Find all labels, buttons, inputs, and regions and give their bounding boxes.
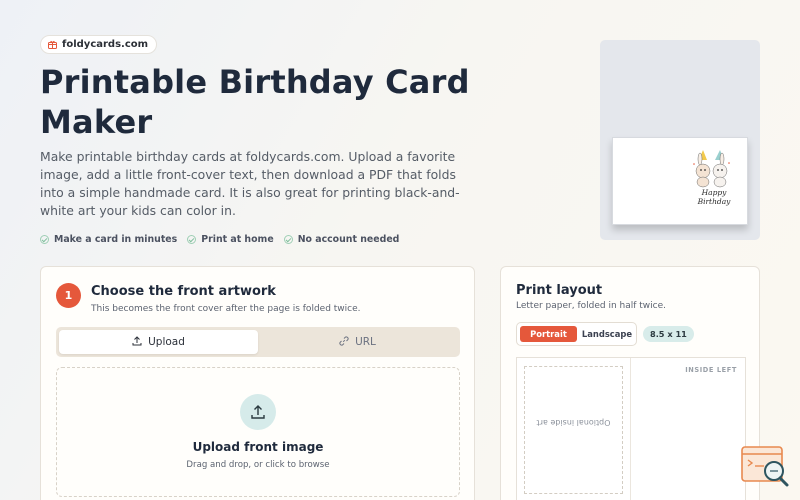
paper-size-badge: 8.5 x 11 bbox=[643, 326, 694, 342]
check-circle-icon bbox=[187, 235, 197, 244]
page-title: Printable Birthday Card Maker bbox=[40, 63, 470, 141]
fold-line bbox=[630, 358, 631, 500]
bunny-illustration: Happy Birthday bbox=[691, 150, 733, 214]
tab-url-label: URL bbox=[355, 336, 376, 348]
feature-item: Make a card in minutes bbox=[40, 234, 177, 245]
inside-art-slot[interactable]: Optional inside art bbox=[524, 366, 623, 494]
tab-upload-label: Upload bbox=[148, 336, 185, 348]
upload-icon bbox=[132, 335, 142, 349]
feature-label: Print at home bbox=[201, 234, 274, 245]
landscape-button[interactable]: Landscape bbox=[579, 326, 635, 342]
upload-tray-icon bbox=[240, 394, 276, 430]
portrait-button[interactable]: Portrait bbox=[520, 326, 577, 342]
search-code-icon[interactable] bbox=[740, 444, 792, 490]
feature-list: Make a card in minutes Print at home No … bbox=[40, 234, 399, 245]
print-layout-panel: Print layout Letter paper, folded in hal… bbox=[500, 266, 760, 500]
print-layout-subtitle: Letter paper, folded in half twice. bbox=[516, 301, 666, 311]
site-name: foldycards.com bbox=[62, 39, 149, 50]
dropzone-title: Upload front image bbox=[192, 440, 324, 454]
card-greeting-line1: Happy bbox=[701, 188, 727, 197]
feature-item: No account needed bbox=[283, 234, 400, 245]
dropzone-subtitle: Drag and drop, or click to browse bbox=[186, 460, 330, 470]
tab-upload[interactable]: Upload bbox=[59, 330, 258, 354]
step-title: Choose the front artwork bbox=[91, 284, 276, 299]
upload-dropzone[interactable]: Upload front image Drag and drop, or cli… bbox=[56, 367, 460, 497]
link-icon bbox=[339, 335, 349, 349]
inside-art-label: Optional inside art bbox=[536, 418, 611, 427]
hero-description: Make printable birthday cards at foldyca… bbox=[40, 149, 460, 218]
preview-card-front: Happy Birthday bbox=[612, 137, 748, 225]
orientation-toggle: Portrait Landscape bbox=[516, 322, 637, 346]
check-circle-icon bbox=[40, 235, 49, 244]
feature-label: No account needed bbox=[297, 234, 400, 245]
source-tabs: Upload URL bbox=[56, 327, 460, 357]
check-circle-icon bbox=[283, 235, 293, 244]
card-greeting-line2: Birthday bbox=[697, 197, 731, 206]
inside-left-label: INSIDE LEFT bbox=[685, 366, 737, 374]
site-badge[interactable]: foldycards.com bbox=[40, 35, 158, 54]
card-greeting: Happy Birthday bbox=[693, 188, 735, 206]
step-subtitle: This becomes the front cover after the p… bbox=[91, 304, 361, 314]
card-preview: Happy Birthday bbox=[600, 40, 760, 240]
feature-label: Make a card in minutes bbox=[54, 234, 178, 245]
feature-item: Print at home bbox=[187, 234, 274, 245]
fold-layout-diagram: Optional inside art INSIDE LEFT bbox=[516, 357, 746, 500]
gift-icon bbox=[48, 40, 57, 49]
tab-url[interactable]: URL bbox=[258, 330, 457, 354]
print-layout-title: Print layout bbox=[516, 283, 603, 298]
step-artwork-panel: 1 Choose the front artwork This becomes … bbox=[40, 266, 475, 500]
step-number: 1 bbox=[56, 283, 81, 308]
